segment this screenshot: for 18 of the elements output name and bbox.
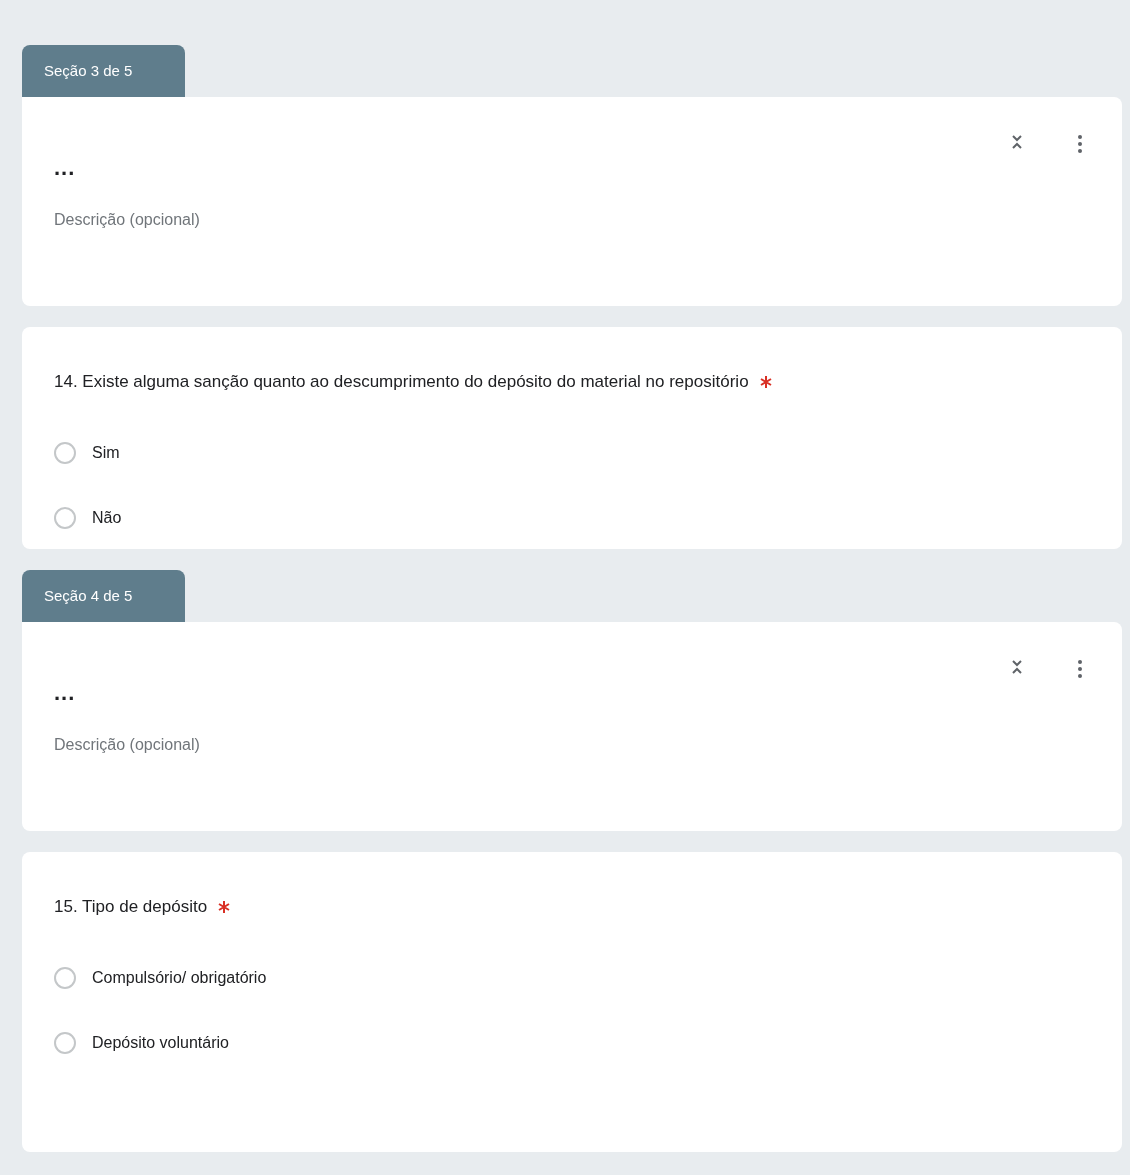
radio-button[interactable] — [54, 967, 76, 989]
more-options-icon[interactable] — [1078, 135, 1082, 153]
question-text: 14. Existe alguma sanção quanto ao descumprimento do depósito do material no repositório — [54, 372, 749, 392]
question-text: 15. Tipo de depósito — [54, 897, 208, 917]
required-icon — [217, 900, 232, 914]
required-icon — [758, 375, 773, 389]
option-label: Compulsório/ obrigatório — [92, 969, 267, 987]
radio-button[interactable] — [54, 442, 76, 464]
radio-button[interactable] — [54, 507, 76, 529]
more-options-icon[interactable] — [1078, 660, 1082, 678]
option-label: Sim — [92, 444, 120, 462]
option-label: Não — [92, 509, 122, 527]
radio-button[interactable] — [54, 1032, 76, 1054]
section-title[interactable]: ... — [54, 680, 1090, 706]
description-field[interactable]: Descrição (opcional) — [54, 736, 354, 754]
description-field[interactable]: Descrição (opcional) — [54, 211, 354, 229]
section-title[interactable]: ... — [54, 155, 1090, 181]
option-label: Depósito voluntário — [92, 1034, 229, 1052]
